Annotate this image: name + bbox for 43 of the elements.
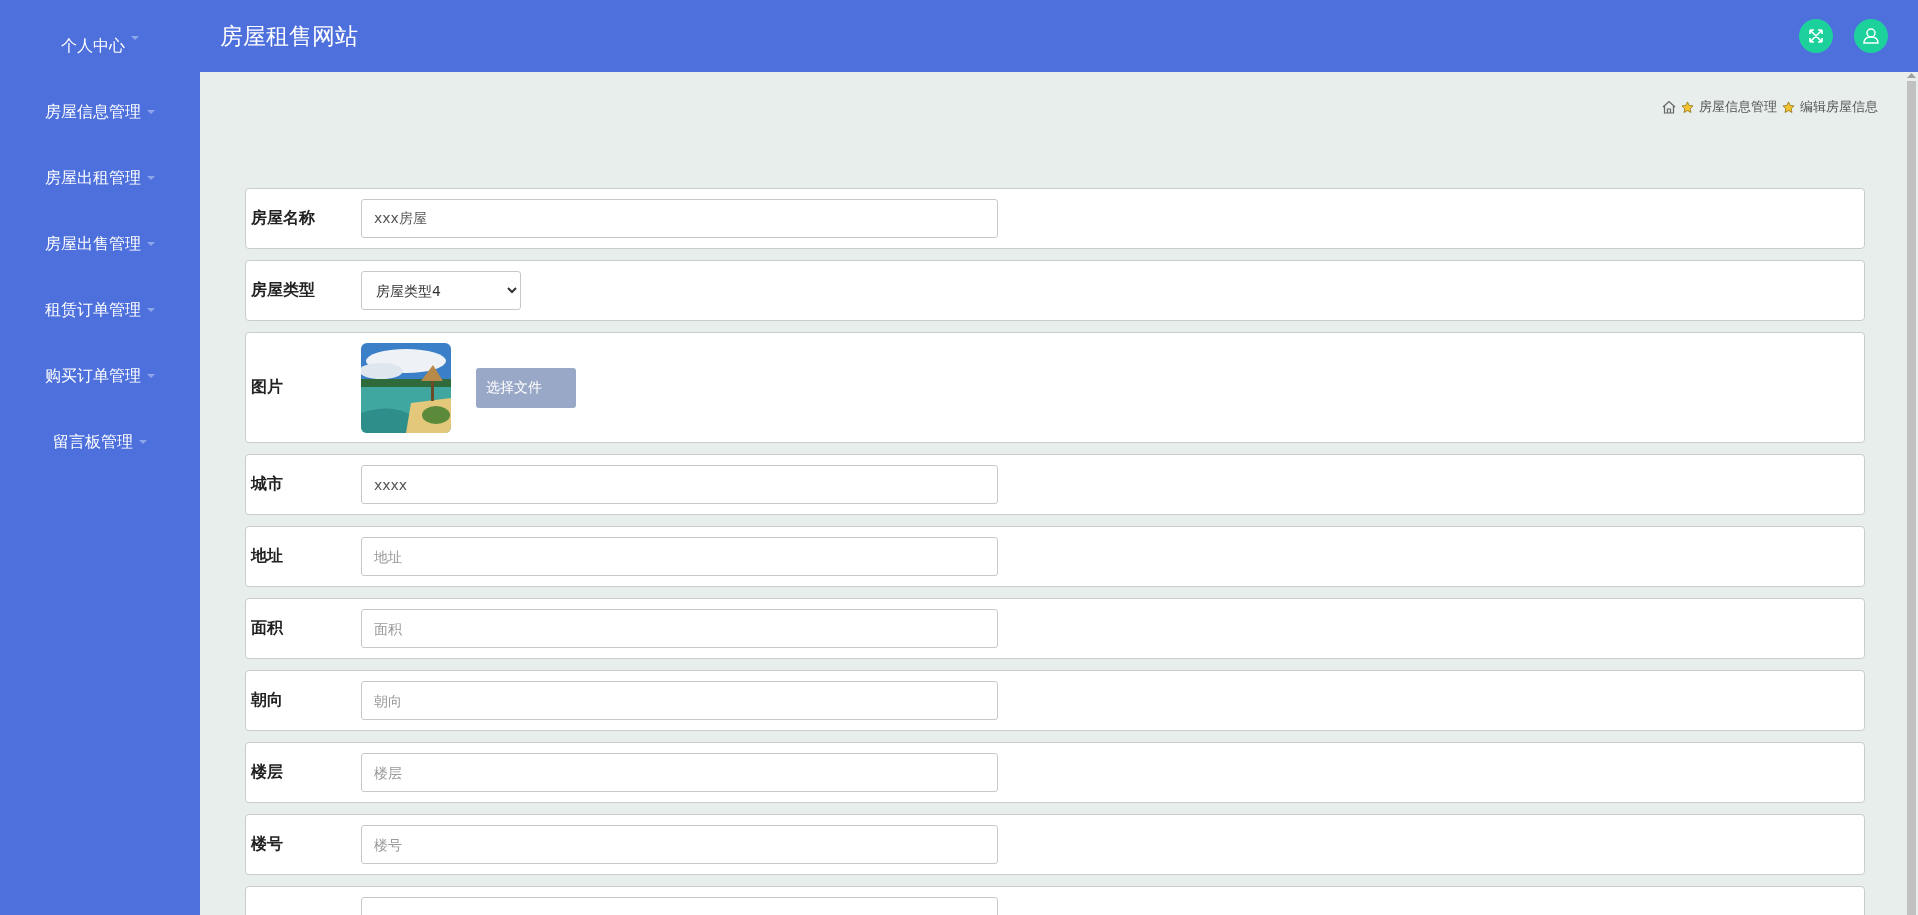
input-field[interactable]: 面积	[361, 609, 998, 648]
field-label: 房屋类型	[251, 280, 316, 301]
star-icon	[1681, 100, 1694, 114]
caret-icon	[147, 242, 155, 246]
expand-icon	[1808, 28, 1824, 44]
field-label: 朝向	[251, 690, 284, 711]
user-button[interactable]	[1854, 19, 1888, 53]
sidebar-item[interactable]: 房屋出租管理	[0, 145, 200, 211]
caret-icon	[147, 374, 155, 378]
field-label: 房屋名称	[251, 208, 316, 229]
sidebar-item[interactable]: 个人中心	[0, 0, 200, 79]
input-field[interactable]: 楼层	[361, 753, 998, 792]
breadcrumb-link[interactable]: 房屋信息管理	[1699, 98, 1777, 116]
sidebar-item[interactable]: 留言板管理	[0, 409, 200, 475]
caret-icon	[147, 308, 155, 312]
caret-icon	[139, 440, 147, 444]
field-label: 面积	[251, 618, 284, 639]
caret-icon	[147, 110, 155, 114]
home-icon[interactable]	[1662, 100, 1676, 114]
input-field[interactable]: 楼号	[361, 825, 998, 864]
field-label: 楼号	[251, 834, 284, 855]
sidebar-item[interactable]: 购买订单管理	[0, 343, 200, 409]
breadcrumb-link[interactable]: 编辑房屋信息	[1800, 98, 1878, 116]
type-dropdown[interactable]: 房屋类型4	[361, 271, 521, 310]
field-label: 楼层	[251, 762, 284, 783]
caret-icon	[131, 36, 139, 40]
sidebar-item[interactable]: 房屋信息管理	[0, 79, 200, 145]
input-field[interactable]: xxxx	[361, 465, 998, 504]
field-label: 地址	[251, 546, 284, 567]
field-label: 城市	[251, 474, 284, 495]
star-icon	[1782, 100, 1795, 114]
user-icon	[1862, 27, 1880, 45]
input-field[interactable]: 地址	[361, 537, 998, 576]
caret-icon	[147, 176, 155, 180]
scrollbar[interactable]	[1905, 72, 1918, 915]
input-field[interactable]: xxx房屋	[361, 199, 998, 238]
sidebar-item[interactable]: 房屋出售管理	[0, 211, 200, 277]
fullscreen-button[interactable]	[1799, 19, 1833, 53]
site-title: 房屋租售网站	[220, 21, 359, 51]
input-field[interactable]: 朝向	[361, 681, 998, 720]
choose-file-button[interactable]: 选择文件	[476, 367, 576, 408]
field-label: 图片	[251, 377, 284, 398]
sidebar-item[interactable]: 租赁订单管理	[0, 277, 200, 343]
